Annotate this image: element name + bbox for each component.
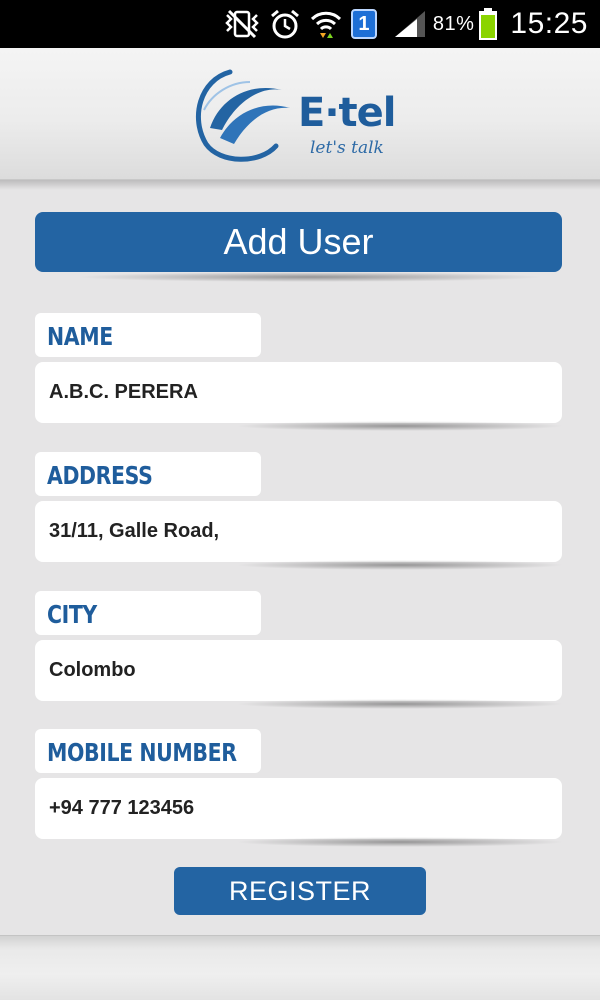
- app-header: E·tel let's talk: [0, 48, 600, 180]
- mobile-number-input[interactable]: +94 777 123456: [35, 778, 562, 839]
- swoosh-logo-icon: [196, 69, 290, 162]
- name-label: NAME: [35, 313, 261, 357]
- name-input[interactable]: A.B.C. PERERA: [35, 362, 562, 423]
- address-label: ADDRESS: [35, 452, 261, 496]
- battery-icon: [478, 0, 498, 48]
- page-title: Add User: [35, 212, 562, 272]
- logo-tagline: let's talk: [310, 138, 384, 158]
- city-input-shadow: [235, 699, 565, 709]
- etel-logo: E·tel let's talk: [190, 68, 420, 168]
- status-bar: 1 81% 15:25: [0, 0, 600, 48]
- app-footer: [0, 935, 600, 1000]
- city-field-group: CITY Colombo: [35, 591, 565, 711]
- address-input-shadow: [235, 560, 565, 570]
- title-shadow: [75, 272, 545, 282]
- logo-brand-text: E·tel: [298, 90, 396, 136]
- name-input-shadow: [235, 421, 565, 431]
- mute-vibrate-icon: [223, 0, 261, 48]
- address-input[interactable]: 31/11, Galle Road,: [35, 501, 562, 562]
- address-field-group: ADDRESS 31/11, Galle Road,: [35, 452, 565, 572]
- notification-badge-icon: 1: [350, 0, 377, 48]
- mobile-number-label: MOBILE NUMBER: [35, 729, 261, 773]
- page-title-bar: Add User: [35, 212, 562, 282]
- mobile-input-shadow: [235, 837, 565, 847]
- battery-percent: 81%: [432, 12, 475, 35]
- header-shadow: [0, 180, 600, 190]
- city-label: CITY: [35, 591, 261, 635]
- clock-time: 15:25: [510, 7, 588, 40]
- city-input[interactable]: Colombo: [35, 640, 562, 701]
- mobile-field-group: MOBILE NUMBER +94 777 123456: [35, 729, 565, 849]
- signal-icon: [393, 0, 427, 48]
- notification-count: 1: [350, 9, 377, 39]
- wifi-icon: [309, 0, 343, 48]
- name-field-group: NAME A.B.C. PERERA: [35, 313, 565, 433]
- alarm-clock-icon: [269, 0, 301, 48]
- register-button[interactable]: REGISTER: [174, 867, 426, 915]
